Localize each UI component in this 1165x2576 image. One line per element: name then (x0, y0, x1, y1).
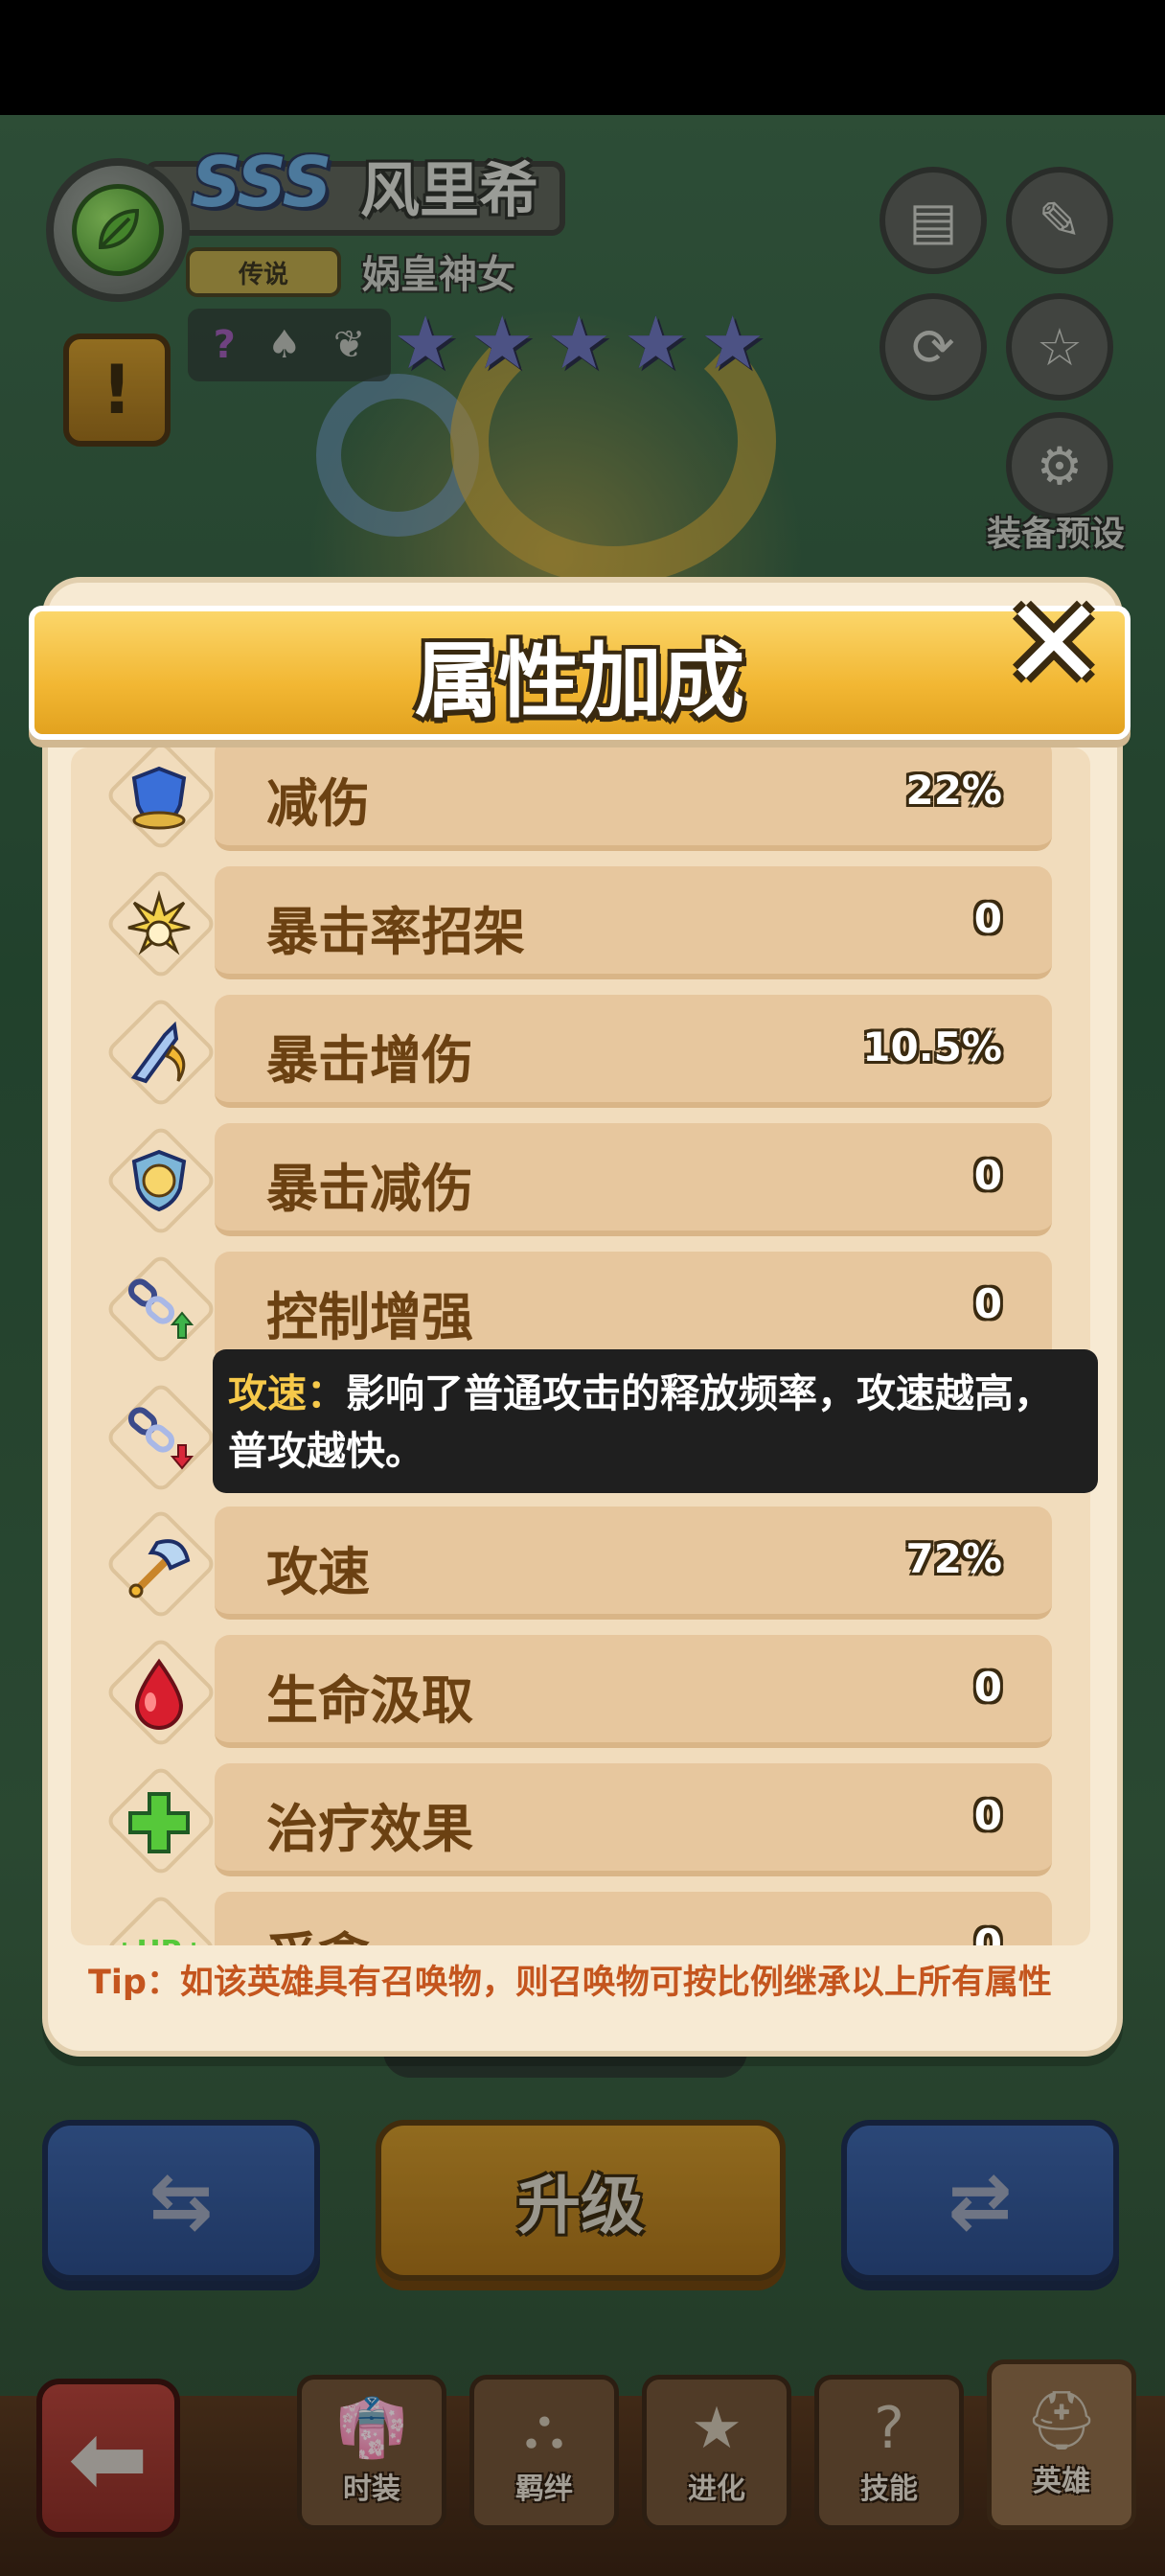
hp-plus-icon: +HP+ (105, 1901, 213, 1946)
chain-down-icon (105, 1390, 213, 1489)
attribute-value: 0 (973, 895, 1002, 942)
attribute-label: 控制增强 (266, 1287, 473, 1347)
list-item: +HP+ 受愈 0 (71, 1892, 1090, 1945)
attribute-value: 10.5% (862, 1024, 1002, 1070)
blood-drop-icon (105, 1644, 213, 1744)
attribute-label: 减伤 (266, 773, 370, 834)
attribute-value: 0 (973, 1280, 1002, 1327)
tooltip-text: 影响了普通攻击的释放频率，攻速越高，普攻越快。 (228, 1370, 1053, 1474)
attribute-label: 暴击率招架 (266, 902, 525, 962)
list-item: 暴击减伤 0 (71, 1123, 1090, 1242)
attribute-value: 0 (973, 1664, 1002, 1711)
status-bar (0, 0, 1165, 115)
attribute-value: 72% (905, 1535, 1002, 1582)
fist-shield-icon (105, 1133, 213, 1232)
attribute-label: 攻速 (266, 1542, 370, 1602)
list-item: 治疗效果 0 (71, 1763, 1090, 1882)
chain-up-icon (105, 1261, 213, 1361)
dialog-title: 属性加成 (415, 632, 744, 729)
green-cross-icon (105, 1773, 213, 1873)
attribute-label: 治疗效果 (266, 1799, 473, 1859)
axe-icon (105, 1516, 213, 1616)
sword-claw-icon (105, 1004, 213, 1104)
shield-icon (105, 748, 213, 847)
summon-tip: Tip：如该英雄具有召唤物，则召唤物可按比例继承以上所有属性 (88, 1964, 1052, 2002)
list-item: 减伤 22% (71, 748, 1090, 857)
attribute-value: 22% (905, 767, 1002, 814)
attack-speed-tooltip: 攻速：影响了普通攻击的释放频率，攻速越高，普攻越快。 (213, 1349, 1098, 1493)
list-item: 暴击增伤 10.5% (71, 995, 1090, 1114)
attribute-value: 0 (973, 1792, 1002, 1839)
list-item: 暴击率招架 0 (71, 866, 1090, 985)
close-button[interactable]: ✕ (996, 582, 1111, 706)
attribute-label: 暴击减伤 (266, 1159, 473, 1219)
attribute-value: 0 (973, 1920, 1002, 1945)
close-x-icon: ✕ (1001, 571, 1107, 717)
attribute-list[interactable]: 减伤 22% 暴击率招架 0 暴击增伤 10.5% 暴击减伤 0 控制增强 0 … (71, 748, 1090, 1945)
list-item: 生命汲取 0 (71, 1635, 1090, 1754)
attribute-label: 生命汲取 (266, 1670, 473, 1731)
burst-hand-icon (105, 876, 213, 976)
tooltip-key: 攻速： (228, 1370, 346, 1416)
attribute-value: 0 (973, 1152, 1002, 1199)
attribute-label: 受愈 (266, 1915, 370, 1945)
list-item: 攻速 72% (71, 1506, 1090, 1625)
attribute-label: 暴击增伤 (266, 1030, 473, 1091)
